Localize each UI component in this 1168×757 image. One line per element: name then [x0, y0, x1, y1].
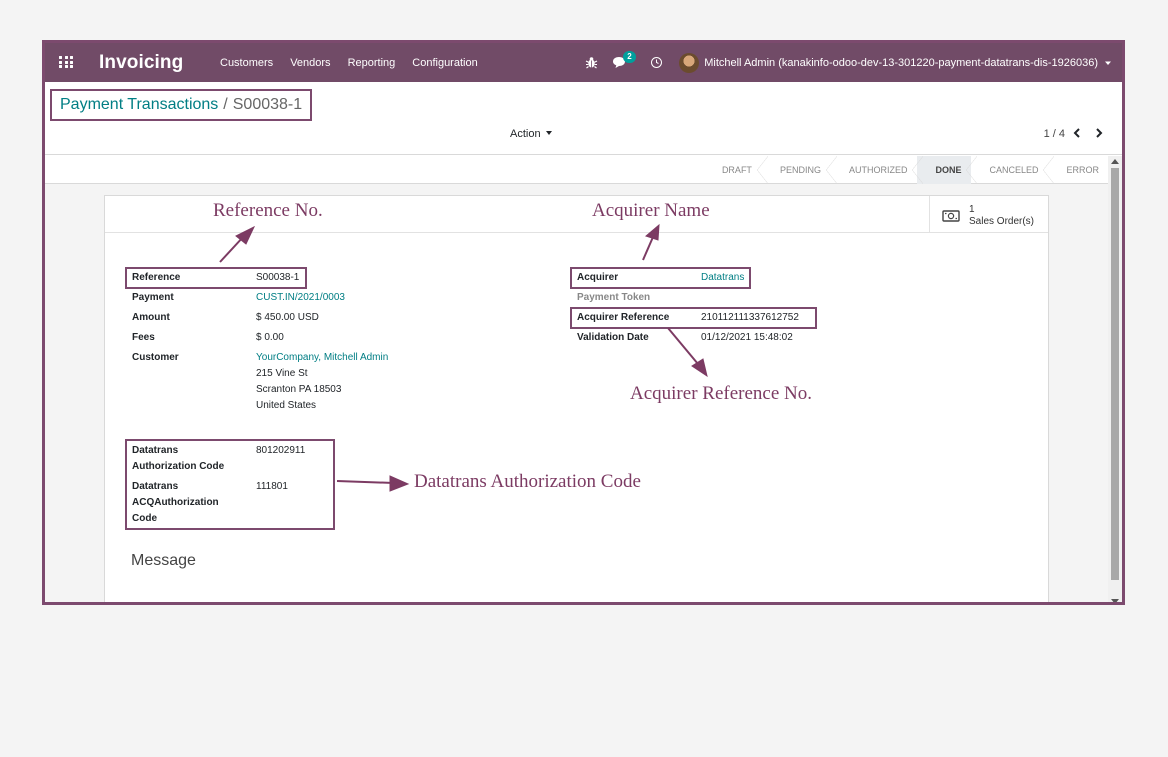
annotation-datatrans-auth-code: Datatrans Authorization Code	[414, 471, 641, 492]
messaging-chat-icon[interactable]: 2	[612, 50, 636, 70]
customer-link[interactable]: YourCompany, Mitchell Admin	[256, 350, 388, 366]
amount-value[interactable]: $ 450.00 USD	[256, 310, 319, 326]
datatrans-auth-label-line2: Authorization Code	[132, 461, 225, 472]
validation-date-value[interactable]: 01/12/2021 15:48:02	[701, 330, 793, 346]
reference-value[interactable]: S00038-1	[256, 270, 299, 286]
pager-value[interactable]: 1 / 4	[1044, 128, 1065, 140]
datatrans-acq-auth-label-line2: ACQAuthorization	[132, 497, 219, 508]
status-steps: DRAFT PENDING AUTHORIZED DONE CANCELED E…	[704, 156, 1109, 184]
scroll-up-arrow-icon[interactable]	[1111, 159, 1119, 164]
datatrans-acq-auth-code-value[interactable]: 111801	[256, 479, 288, 495]
user-caret-down-icon[interactable]	[1104, 59, 1112, 67]
action-label: Action	[510, 128, 541, 140]
annotation-reference: Reference No.	[213, 200, 323, 221]
acquirer-label: Acquirer	[577, 272, 619, 283]
status-canceled[interactable]: CANCELED	[971, 156, 1055, 184]
apps-grid-icon[interactable]	[59, 56, 74, 68]
acquirer-reference-value[interactable]: 210112111337612752	[701, 310, 799, 326]
app-window: Invoicing Customers Vendors Reporting Co…	[42, 40, 1125, 605]
status-done[interactable]: DONE	[917, 156, 978, 184]
top-navbar: Invoicing Customers Vendors Reporting Co…	[45, 43, 1122, 82]
acquirer-link[interactable]: Datatrans	[701, 270, 744, 286]
datatrans-acq-auth-label-line1: Datatrans	[132, 481, 179, 492]
breadcrumb: Payment Transactions / S00038-1	[50, 89, 313, 121]
customer-street: 215 Vine St	[256, 368, 308, 379]
main-menu: Customers Vendors Reporting Configuratio…	[220, 43, 495, 82]
sales-orders-label: Sales Order(s)	[969, 216, 1035, 227]
amount-label: Amount	[132, 312, 170, 323]
status-pending[interactable]: PENDING	[762, 156, 837, 184]
acquirer-reference-label: Acquirer Reference	[577, 312, 670, 323]
scrollbar-thumb[interactable]	[1111, 168, 1119, 580]
action-dropdown-button[interactable]: Action	[510, 128, 552, 140]
reference-label: Reference	[132, 272, 181, 283]
systray: 2 Mitchell Admin (kanakinfo-odoo-dev-13-…	[585, 43, 1112, 82]
message-section-title: Message	[131, 552, 196, 569]
breadcrumb-payment-transactions[interactable]: Payment Transactions	[60, 96, 218, 113]
fees-value[interactable]: $ 0.00	[256, 330, 284, 346]
status-draft[interactable]: DRAFT	[704, 156, 768, 184]
pager-previous-icon[interactable]	[1071, 126, 1083, 138]
form-content-area: 1 Sales Order(s) Reference S00038-1 Paym…	[45, 184, 1109, 602]
validation-date-label: Validation Date	[577, 332, 649, 343]
datatrans-acq-auth-label-line3: Code	[132, 513, 157, 524]
menu-customers[interactable]: Customers	[220, 57, 273, 69]
payment-link[interactable]: CUST.IN/2021/0003	[256, 290, 345, 306]
menu-reporting[interactable]: Reporting	[348, 57, 396, 69]
datatrans-auth-code-value[interactable]: 801202911	[256, 443, 305, 459]
status-authorized[interactable]: AUTHORIZED	[831, 156, 923, 184]
vertical-scrollbar[interactable]	[1108, 156, 1122, 602]
action-caret-down-icon	[545, 131, 552, 135]
datatrans-auth-label-line1: Datatrans	[132, 445, 179, 456]
scroll-down-arrow-icon[interactable]	[1111, 599, 1119, 602]
status-error[interactable]: ERROR	[1048, 156, 1109, 184]
fees-label: Fees	[132, 332, 155, 343]
form-statusbar: DRAFT PENDING AUTHORIZED DONE CANCELED E…	[45, 156, 1109, 184]
control-panel: Payment Transactions / S00038-1 Action 1 /…	[45, 82, 1122, 155]
pager-next-icon[interactable]	[1093, 126, 1105, 138]
debug-bug-icon[interactable]	[585, 56, 598, 69]
annotation-acquirer-name: Acquirer Name	[592, 200, 710, 221]
breadcrumb-separator: /	[223, 96, 228, 113]
chat-count-badge: 2	[623, 50, 636, 63]
annotation-acquirer-reference: Acquirer Reference No.	[630, 383, 812, 404]
customer-label: Customer	[132, 352, 179, 363]
user-menu-name[interactable]: Mitchell Admin (kanakinfo-odoo-dev-13-30…	[704, 57, 1098, 69]
customer-country: United States	[256, 400, 317, 411]
sales-orders-count: 1	[969, 204, 975, 215]
breadcrumb-current: S00038-1	[232, 96, 303, 113]
money-icon	[942, 209, 960, 222]
amount-currency: USD	[297, 312, 319, 323]
sales-orders-smart-button[interactable]: 1 Sales Order(s)	[929, 196, 1048, 233]
menu-configuration[interactable]: Configuration	[412, 57, 477, 69]
payment-label: Payment	[132, 292, 174, 303]
menu-vendors[interactable]: Vendors	[290, 57, 330, 69]
form-sheet: 1 Sales Order(s) Reference S00038-1 Paym…	[104, 195, 1049, 602]
amount-number: $ 450.00	[256, 312, 295, 323]
activity-clock-icon[interactable]	[650, 56, 663, 69]
customer-city: Scranton PA 18503	[256, 384, 342, 395]
app-brand[interactable]: Invoicing	[99, 52, 183, 74]
user-avatar[interactable]	[679, 52, 700, 73]
payment-token-label: Payment Token	[577, 292, 651, 303]
